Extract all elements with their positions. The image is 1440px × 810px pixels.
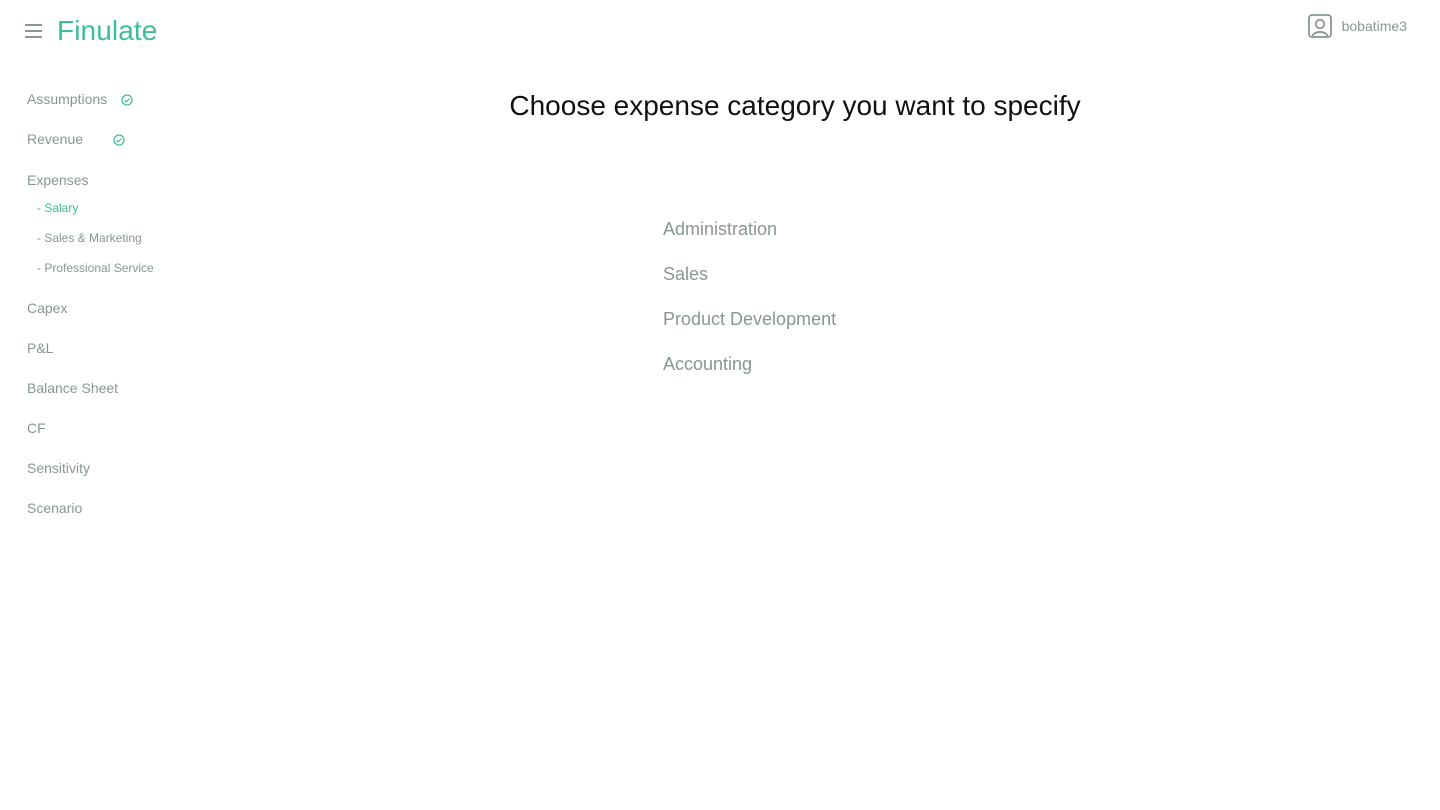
sidebar-item-scenario[interactable]: Scenario	[27, 497, 187, 519]
sidebar-subitem-sales-marketing[interactable]: - Sales & Marketing	[37, 229, 187, 247]
sidebar-subitem-professional-service[interactable]: - Professional Service	[37, 259, 187, 277]
user-menu[interactable]: bobatime3	[1307, 13, 1407, 39]
category-accounting[interactable]: Accounting	[663, 354, 836, 376]
category-product-development[interactable]: Product Development	[663, 309, 836, 331]
sidebar-item-expenses[interactable]: Expenses	[27, 169, 187, 191]
user-avatar-icon	[1307, 14, 1332, 38]
sidebar-item-balance-sheet[interactable]: Balance Sheet	[27, 377, 187, 399]
sidebar-subitem-salary[interactable]: - Salary	[37, 199, 187, 217]
expense-category-list: Administration Sales Product Development…	[663, 219, 836, 399]
check-circle-icon	[121, 93, 133, 106]
sidebar-item-cf[interactable]: CF	[27, 417, 187, 439]
sidebar-item-sensitivity[interactable]: Sensitivity	[27, 457, 187, 479]
sidebar-item-capex[interactable]: Capex	[27, 297, 187, 319]
sidebar-item-revenue[interactable]: Revenue	[27, 128, 187, 150]
top-bar: Finulate bobatime3	[0, 0, 1440, 62]
sidebar-item-assumptions[interactable]: Assumptions	[27, 88, 187, 110]
category-sales[interactable]: Sales	[663, 264, 836, 286]
sidebar-item-label: Expenses	[27, 172, 89, 188]
page-title: Choose expense category you want to spec…	[509, 90, 1081, 121]
sidebar-item-label: Revenue	[27, 131, 84, 147]
username-label: bobatime3	[1341, 18, 1407, 34]
check-circle-icon	[113, 133, 125, 146]
sidebar-nav: Assumptions Revenue Expenses - Salary - …	[27, 88, 187, 519]
sidebar-item-pl[interactable]: P&L	[27, 337, 187, 359]
category-administration[interactable]: Administration	[663, 219, 836, 241]
brand-logo[interactable]: Finulate	[57, 15, 157, 47]
hamburger-menu-icon[interactable]	[25, 22, 43, 40]
sidebar-item-label: Assumptions	[27, 91, 108, 107]
